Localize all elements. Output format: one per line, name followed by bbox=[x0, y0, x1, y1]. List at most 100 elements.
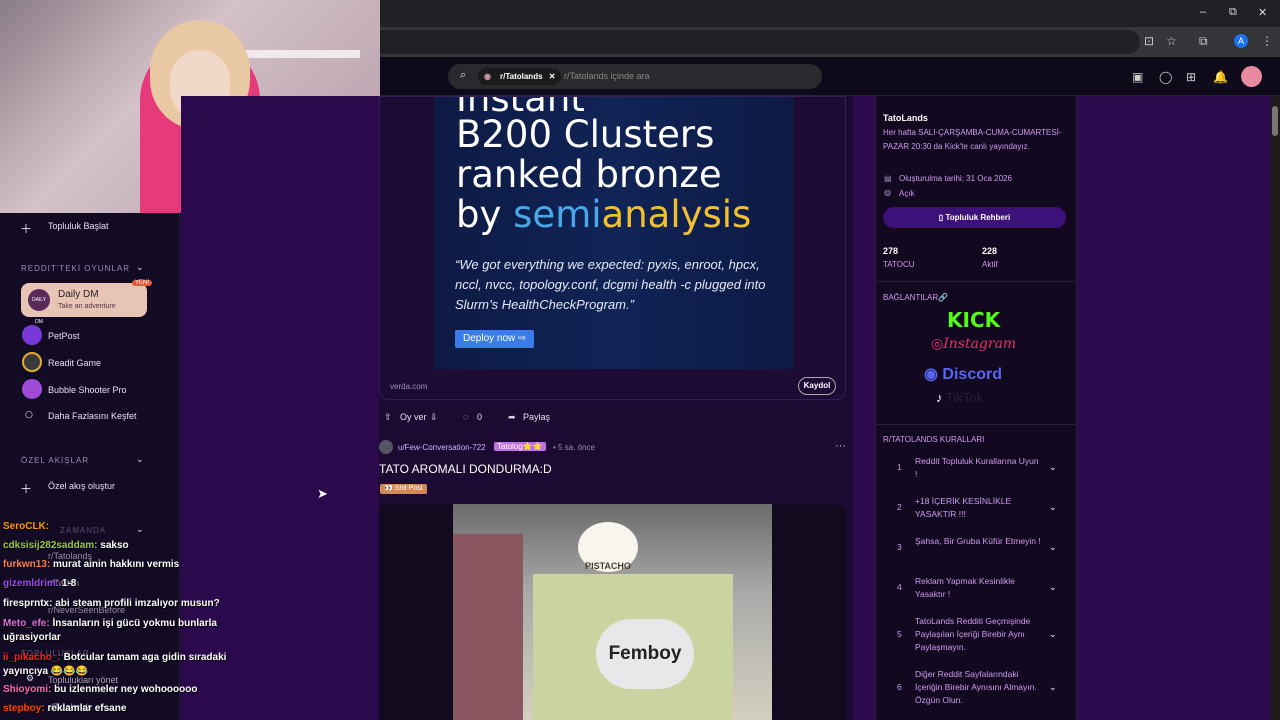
femboy-sign: Femboy bbox=[596, 619, 694, 689]
chat-message: Shioyomi: bu izlenmeler ney wohoooooo bbox=[3, 684, 197, 695]
chevron-down-icon[interactable]: ⌄ bbox=[136, 454, 144, 465]
chat-message: furkwn13: murat ainin hakkını vermis bbox=[3, 559, 179, 570]
minimize-button[interactable]: – bbox=[1200, 6, 1206, 18]
search-icon: ⌕ bbox=[460, 69, 467, 81]
games-header[interactable]: REDDIT'TEKİ OYUNLAR bbox=[21, 264, 130, 273]
community-chip[interactable]: ◉ r/Tatolands ✕ bbox=[478, 68, 562, 85]
share-icon[interactable]: ➦ bbox=[508, 412, 516, 423]
kick-link[interactable]: KICK bbox=[947, 308, 1000, 332]
instagram-label: Instagram bbox=[943, 336, 1017, 352]
comment-icon[interactable]: ◌ bbox=[463, 412, 468, 422]
petpost-icon bbox=[22, 325, 42, 345]
deploy-now-button[interactable]: Deploy now ⇨ bbox=[455, 330, 535, 348]
author-avatar[interactable] bbox=[379, 440, 393, 454]
promoted-post[interactable]: Instant B200 Clusters ranked bronze by s… bbox=[379, 96, 846, 400]
user-avatar[interactable] bbox=[1241, 66, 1262, 87]
daily-dm-card[interactable]: DAILY DM Daily DM Take an adventure YENİ bbox=[21, 280, 153, 325]
discover-more-link[interactable]: Daha Fazlasını Keşfet bbox=[48, 411, 137, 421]
community-description: Her hafta SALI-ÇARŞAMBA-CUMA-CUMARTESİ-P… bbox=[883, 128, 1062, 151]
post-image[interactable]: PISTACHO Femboy bbox=[379, 504, 846, 720]
custom-feeds-header[interactable]: ÖZEL AKIŞLAR bbox=[21, 456, 89, 465]
post-title[interactable]: TATO AROMALI DONDURMA:D bbox=[379, 462, 552, 476]
restore-button[interactable]: ⧉ bbox=[1229, 6, 1237, 19]
game-link-readit[interactable]: Readit Game bbox=[48, 358, 101, 368]
deploy-label: Deploy now bbox=[463, 333, 516, 344]
pistacho-sign: PISTACHO bbox=[578, 522, 638, 572]
rule-item[interactable]: 3 Şahsa, Bir Gruba Küfür Etmeyin ! ⌄ bbox=[883, 535, 1066, 561]
discord-icon: ◉ bbox=[924, 366, 938, 383]
recent-header[interactable]: ZAMANDA bbox=[60, 526, 106, 535]
chevron-down-icon: ⌄ bbox=[1049, 542, 1057, 552]
post-author[interactable]: u/Few-Conversation-722 bbox=[398, 443, 486, 452]
extensions-icon[interactable]: ⧉ bbox=[1199, 34, 1208, 49]
game-link-bubble-shooter[interactable]: Bubble Shooter Pro bbox=[48, 385, 127, 395]
tiktok-link[interactable]: ♪ TikTok bbox=[936, 390, 983, 405]
chat-icon[interactable]: ◯ bbox=[1159, 70, 1172, 84]
address-bar[interactable] bbox=[380, 30, 1140, 54]
chat-message: gizemldrim: 1-8 bbox=[3, 578, 76, 589]
instagram-link[interactable]: ◎Instagram bbox=[931, 336, 1016, 352]
chevron-down-icon: ⌄ bbox=[1049, 502, 1057, 512]
rule-text: TatoLands Redditi Geçmişinde Paylaşılan … bbox=[915, 616, 1031, 652]
ad-title-line: B200 Clusters bbox=[456, 113, 715, 156]
ads-icon[interactable]: ▣ bbox=[1132, 70, 1143, 84]
search-input[interactable]: r/Tatolands içinde ara bbox=[564, 71, 650, 81]
scrollbar-thumb[interactable] bbox=[1272, 106, 1278, 136]
rule-number: 4 bbox=[897, 582, 902, 592]
brand-part: analysis bbox=[601, 193, 752, 236]
plus-icon: ＋ bbox=[20, 482, 33, 496]
book-icon: ▯ bbox=[938, 213, 944, 222]
created-date: Oluşturulma tarihi: 31 Oca 2026 bbox=[899, 174, 1012, 183]
rule-text: Diğer Reddit Sayfalarındaki İçeriğin Bir… bbox=[915, 669, 1037, 705]
create-post-icon[interactable]: ⊞ bbox=[1186, 70, 1196, 84]
chat-user: cdksisij282saddam: bbox=[3, 540, 98, 551]
discord-label: Discord bbox=[942, 366, 1002, 383]
ice-cream-tub bbox=[453, 534, 523, 720]
scrollbar[interactable] bbox=[1271, 96, 1280, 720]
chat-text: 1-8 bbox=[61, 578, 77, 589]
rule-number: 5 bbox=[897, 629, 902, 639]
visibility: Açık bbox=[899, 189, 915, 198]
chat-user: Meto_efe: bbox=[3, 618, 50, 629]
ad-domain-link[interactable]: verda.com bbox=[390, 382, 427, 391]
rule-number: 6 bbox=[897, 682, 902, 692]
menu-kebab-icon[interactable]: ⋮ bbox=[1261, 34, 1273, 48]
rule-item[interactable]: 6 Diğer Reddit Sayfalarındaki İçeriğin Bi… bbox=[883, 668, 1066, 708]
install-app-icon[interactable]: ⊡ bbox=[1144, 34, 1154, 48]
close-button[interactable]: ✕ bbox=[1258, 6, 1267, 19]
rule-item[interactable]: 1 Reddit Topluluk Kurallarına Uyun ! ⌄ bbox=[883, 455, 1066, 481]
share-button[interactable]: Paylaş bbox=[523, 412, 550, 422]
profile-avatar[interactable]: A bbox=[1234, 34, 1248, 48]
signup-button[interactable]: Kaydol bbox=[798, 377, 836, 395]
discord-link[interactable]: ◉ Discord bbox=[924, 364, 1002, 384]
chat-text: abi steam profili imzalıyor musun? bbox=[55, 598, 220, 609]
search-bar[interactable]: ⌕ ◉ r/Tatolands ✕ r/Tatolands içinde ara bbox=[448, 64, 822, 89]
chevron-down-icon[interactable]: ⌄ bbox=[136, 262, 144, 273]
game-link-petpost[interactable]: PetPost bbox=[48, 331, 80, 341]
downvote-icon[interactable]: ⇩ bbox=[430, 412, 438, 423]
browser-titlebar: – ⧉ ✕ bbox=[380, 0, 1280, 27]
notifications-bell-icon[interactable]: 🔔 bbox=[1213, 70, 1228, 84]
rule-item[interactable]: 2 +18 İÇERİK KESİNLİKLE YASAKTIR !!! ⌄ bbox=[883, 495, 1066, 521]
rule-item[interactable]: 4 Reklam Yapmak Kesinlikle Yasaktır ! ⌄ bbox=[883, 575, 1066, 601]
start-community-link[interactable]: Topluluk Başlat bbox=[48, 221, 109, 231]
rule-number: 1 bbox=[897, 462, 902, 472]
create-feed-link[interactable]: Özel akış oluştur bbox=[48, 481, 115, 491]
chip-close-icon[interactable]: ✕ bbox=[549, 72, 556, 81]
globe-icon: ◍ bbox=[884, 188, 891, 197]
rule-text: Reddit Topluluk Kurallarına Uyun ! bbox=[915, 456, 1039, 479]
community-guide-button[interactable]: ▯ Topluluk Rehberi bbox=[883, 207, 1066, 228]
vote-label: Oy ver bbox=[400, 412, 427, 422]
comment-count[interactable]: 0 bbox=[477, 412, 482, 422]
daily-dm-title: Daily DM bbox=[58, 289, 99, 300]
upvote-icon[interactable]: ⇧ bbox=[384, 412, 392, 423]
ad-title-brand: by semianalysis bbox=[456, 195, 751, 235]
more-options-icon[interactable]: ··· bbox=[835, 440, 846, 452]
chevron-down-icon[interactable]: ⌄ bbox=[136, 524, 144, 535]
chat-message: cdksisij282saddam: sakso bbox=[3, 540, 129, 551]
post-flair[interactable]: 👀 Shit Post bbox=[380, 484, 427, 494]
bookmark-star-icon[interactable]: ☆ bbox=[1166, 34, 1177, 48]
user-flair: Tatolog⭐⭐ bbox=[494, 442, 546, 451]
plus-icon: ＋ bbox=[20, 222, 33, 236]
rule-item[interactable]: 5 TatoLands Redditi Geçmişinde Paylaşılan… bbox=[883, 615, 1066, 655]
